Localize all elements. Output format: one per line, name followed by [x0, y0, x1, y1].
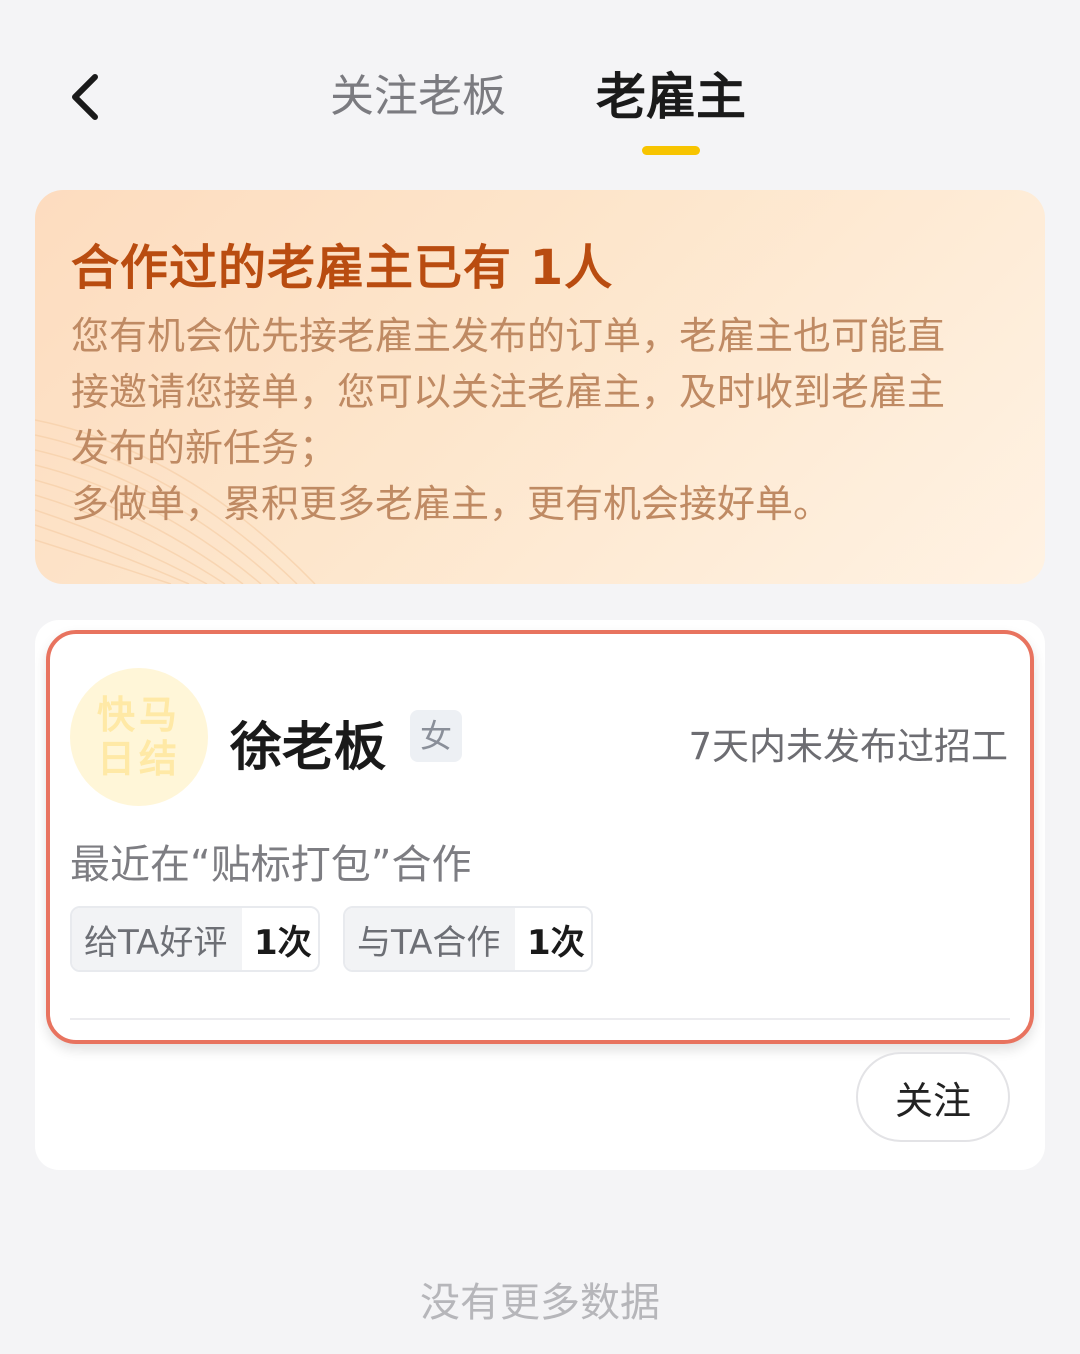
page: 关注老板 老雇主 合作过的老雇主已有 1人 您有机会优先接老雇主发布的订单，老雇… [0, 0, 1080, 1354]
tab-followed-bosses[interactable]: 关注老板 [330, 62, 506, 132]
card-divider [70, 1018, 1010, 1020]
stat-good-reviews: 给TA好评 1次 [70, 906, 320, 972]
employer-name: 徐老板 [230, 718, 387, 778]
back-button[interactable] [50, 62, 120, 132]
banner-description: 您有机会优先接老雇主发布的订单，老雇主也可能直 接邀请您接单，您可以关注老雇主，… [71, 308, 1011, 532]
banner-description-line: 接邀请您接单，您可以关注老雇主，及时收到老雇主 [71, 370, 946, 414]
stat-value: 1次 [515, 908, 591, 970]
stat-value: 1次 [242, 908, 318, 970]
banner-title: 合作过的老雇主已有 1人 [71, 240, 614, 296]
banner-description-line: 您有机会优先接老雇主发布的订单，老雇主也可能直 [71, 314, 946, 358]
chevron-left-icon [72, 74, 98, 120]
gender-badge: 女 [410, 710, 462, 762]
stat-label: 给TA好评 [72, 908, 242, 970]
info-banner: 合作过的老雇主已有 1人 您有机会优先接老雇主发布的订单，老雇主也可能直 接邀请… [35, 190, 1045, 584]
follow-button[interactable]: 关注 [856, 1052, 1010, 1142]
banner-description-line: 多做单，累积更多老雇主，更有机会接好单。 [71, 482, 832, 526]
stat-cooperations: 与TA合作 1次 [343, 906, 593, 972]
active-tab-indicator [642, 146, 700, 155]
avatar: 快马 日结 [70, 668, 208, 806]
no-more-data-text: 没有更多数据 [420, 1280, 660, 1326]
avatar-text-line: 日结 [96, 737, 181, 781]
top-nav: 关注老板 老雇主 [0, 0, 1080, 170]
employer-status: 7天内未发布过招工 [688, 725, 1008, 768]
recent-cooperation: 最近在“贴标打包”合作 [70, 842, 472, 888]
banner-description-line: 发布的新任务； [71, 426, 338, 470]
stat-label: 与TA合作 [345, 908, 515, 970]
avatar-text-line: 快马 [96, 693, 181, 737]
tab-old-employers[interactable]: 老雇主 [596, 62, 746, 132]
